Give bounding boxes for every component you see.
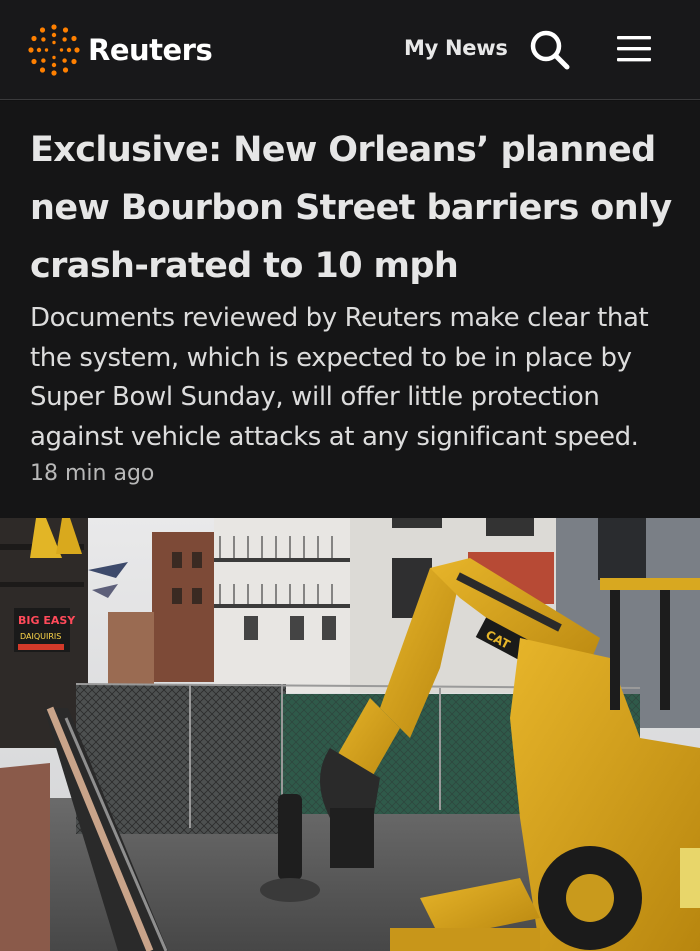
article-headline[interactable]: Exclusive: New Orleans’ planned new Bour… — [30, 121, 680, 295]
search-button[interactable] — [528, 28, 572, 72]
hamburger-menu-icon — [617, 36, 651, 62]
brand-name: Reuters — [88, 33, 213, 67]
article-timestamp: 18 min ago — [30, 461, 155, 486]
article-photo[interactable]: BIG EASY DAIQUIRIS CAT — [0, 518, 700, 951]
svg-text:DAIQUIRIS: DAIQUIRIS — [20, 632, 61, 641]
my-news-link[interactable]: My News — [404, 36, 508, 60]
search-icon — [530, 30, 570, 70]
article-card[interactable]: Exclusive: New Orleans’ planned new Bour… — [0, 101, 700, 518]
reuters-logo-icon — [28, 24, 80, 76]
svg-text:BIG EASY: BIG EASY — [18, 614, 76, 627]
menu-button[interactable] — [616, 34, 652, 64]
reuters-logo[interactable]: Reuters — [28, 24, 213, 76]
article-summary: Documents reviewed by Reuters make clear… — [30, 303, 649, 452]
top-navigation-bar: Reuters My News — [0, 0, 700, 100]
construction-scene-image: BIG EASY DAIQUIRIS CAT — [0, 518, 700, 951]
